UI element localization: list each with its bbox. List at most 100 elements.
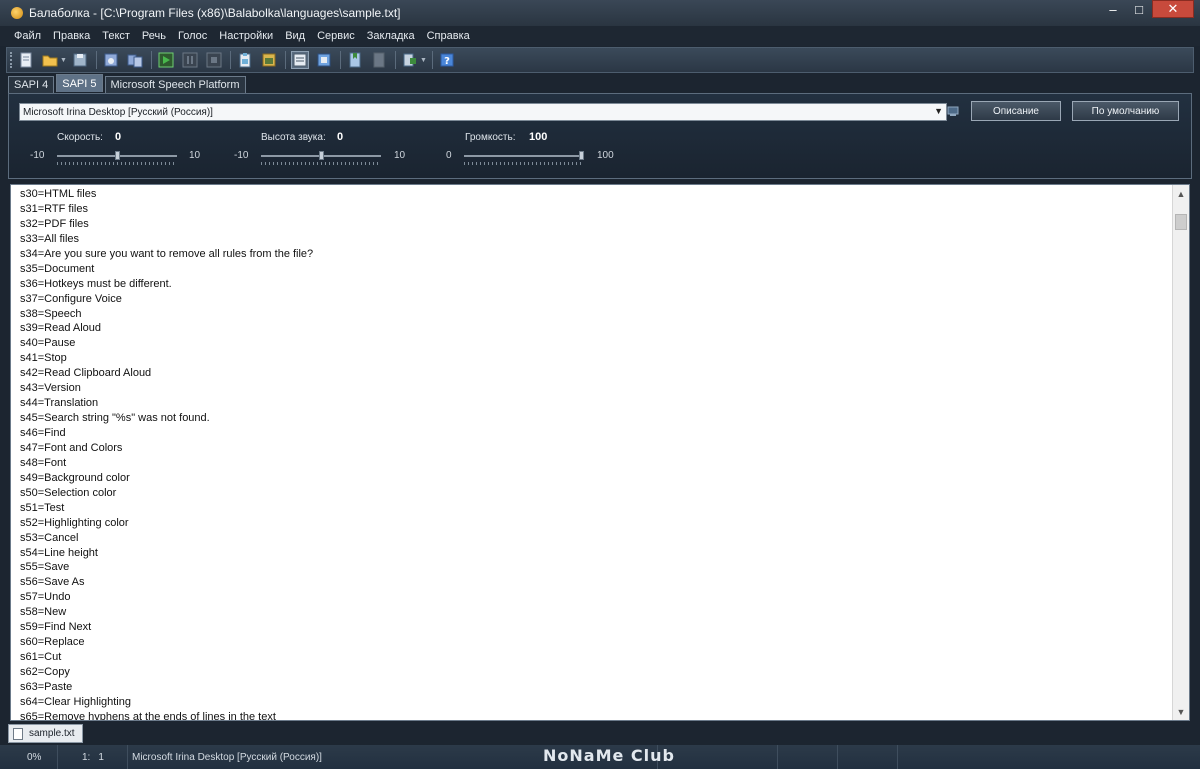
text-line: s42=Read Clipboard Aloud	[20, 367, 152, 380]
scrollbar-thumb[interactable]	[1175, 214, 1187, 230]
scroll-down-icon[interactable]: ▼	[1173, 703, 1189, 720]
menu-item[interactable]: Справка	[421, 30, 476, 42]
open-folder-icon	[42, 55, 58, 67]
dictionary-button[interactable]	[315, 51, 333, 69]
volume-max: 100	[597, 150, 614, 161]
text-line: s47=Font and Colors	[20, 441, 123, 454]
rate-max: 10	[189, 150, 201, 161]
text-line: s37=Configure Voice	[20, 292, 122, 305]
read-clipboard-icon	[239, 53, 251, 68]
text-line: s35=Document	[20, 262, 95, 275]
document-tab[interactable]: sample.txt	[8, 724, 83, 743]
save-audio-button[interactable]	[102, 51, 120, 69]
bookmark-icon	[349, 52, 361, 68]
toolbar-grip[interactable]	[10, 52, 13, 68]
menu-item[interactable]: Речь	[136, 30, 172, 42]
text-line: s54=Line height	[20, 546, 98, 559]
description-button[interactable]: Описание	[971, 101, 1061, 121]
bookmark-disabled-icon	[373, 52, 385, 68]
text-line: s46=Find	[20, 427, 66, 439]
pitch-slider[interactable]	[261, 150, 381, 166]
rate-slider-thumb[interactable]	[115, 151, 120, 160]
text-file-icon	[13, 727, 23, 740]
menu-item[interactable]: Текст	[96, 30, 136, 42]
text-view-button[interactable]	[291, 51, 309, 69]
volume-slider-thumb[interactable]	[579, 151, 584, 160]
status-panel	[838, 745, 898, 769]
bookmark-disabled-button[interactable]	[370, 51, 388, 69]
text-line: s57=Undo	[20, 591, 71, 604]
play-button[interactable]	[157, 51, 175, 69]
text-line: s53=Cancel	[20, 531, 79, 544]
pitch-value: 0	[337, 131, 344, 143]
voice-properties-icon[interactable]	[946, 104, 960, 118]
text-editor[interactable]: s30=HTML files s31=RTF files s32=PDF files…	[10, 184, 1190, 721]
tab-sapi-4[interactable]: SAPI 4	[8, 76, 55, 93]
scroll-up-icon[interactable]: ▲	[1173, 185, 1189, 202]
text-line: s50=Selection color	[20, 486, 117, 499]
text-view-icon	[293, 53, 307, 67]
menu-item[interactable]: Файл	[8, 30, 47, 42]
balabolka-app-icon	[11, 7, 23, 19]
help-icon: ?	[440, 53, 454, 67]
engine-tabs: SAPI 4 SAPI 5 Microsoft Speech Platform	[8, 74, 248, 93]
text-line: s45=Search string "%s" was not found.	[20, 412, 210, 425]
vertical-scrollbar[interactable]: ▲ ▼	[1172, 185, 1189, 720]
editor-lines: s30=HTML files s31=RTF files s32=PDF files…	[20, 187, 313, 720]
dropdown-arrow-icon[interactable]: ▼	[934, 106, 943, 116]
text-line: s61=Cut	[20, 651, 62, 664]
text-line: s39=Read Aloud	[20, 322, 102, 335]
menu-item[interactable]: Вид	[279, 30, 311, 42]
pitch-slider-thumb[interactable]	[319, 151, 324, 160]
read-file-button[interactable]	[260, 51, 278, 69]
text-line: s55=Save	[20, 561, 70, 574]
text-line: s59=Find Next	[20, 621, 92, 634]
help-button[interactable]: ?	[438, 51, 456, 69]
text-line: s38=Speech	[20, 307, 82, 320]
document-tabs: sample.txt	[8, 724, 83, 743]
menu-item[interactable]: Сервис	[311, 30, 361, 42]
default-button[interactable]: По умолчанию	[1072, 101, 1179, 121]
tab-sapi-5[interactable]: SAPI 5	[56, 74, 103, 92]
stop-button[interactable]	[205, 51, 223, 69]
save-button[interactable]	[71, 51, 89, 69]
text-line: s44=Translation	[20, 397, 99, 410]
voice-select-value: Microsoft Irina Desktop [Русский (Россия…	[23, 106, 213, 118]
play-icon	[158, 52, 174, 68]
toolbar-dropdown-icon[interactable]: ▼	[60, 57, 67, 64]
volume-label: Громкость:	[465, 132, 516, 143]
menu-item[interactable]: Настройки	[213, 30, 279, 42]
menu-item[interactable]: Закладка	[361, 30, 421, 42]
svg-text:?: ?	[444, 56, 450, 67]
menu-item[interactable]: Правка	[47, 30, 96, 42]
toolbar-separator	[151, 51, 152, 69]
pause-button[interactable]	[181, 51, 199, 69]
status-line: 1:	[82, 751, 91, 763]
dictionary-icon	[317, 53, 331, 67]
tab-microsoft-speech-platform[interactable]: Microsoft Speech Platform	[104, 76, 246, 93]
text-line: s64=Clear Highlighting	[20, 695, 131, 708]
close-button[interactable]: ✕	[1152, 0, 1194, 18]
settings-button[interactable]	[401, 51, 419, 69]
text-line: s43=Version	[20, 382, 81, 395]
menu-item[interactable]: Голос	[172, 30, 213, 42]
rate-slider[interactable]	[57, 150, 177, 166]
minimize-button[interactable]: ‒	[1100, 0, 1126, 18]
pitch-max: 10	[394, 150, 406, 161]
convert-button[interactable]	[126, 51, 144, 69]
text-line: s60=Replace	[20, 636, 85, 649]
volume-slider[interactable]	[464, 150, 584, 166]
toolbar: ▼ ▼?	[6, 47, 1194, 73]
toolbar-dropdown-icon[interactable]: ▼	[420, 57, 427, 64]
convert-icon	[127, 54, 143, 68]
voice-select[interactable]: Microsoft Irina Desktop [Русский (Россия…	[19, 103, 947, 121]
new-button[interactable]	[17, 51, 35, 69]
bookmark-button[interactable]	[346, 51, 364, 69]
read-clipboard-button[interactable]	[236, 51, 254, 69]
text-line: s63=Paste	[20, 680, 73, 693]
text-line: s48=Font	[20, 456, 67, 469]
maximize-button[interactable]: □	[1126, 0, 1152, 18]
open-folder-button[interactable]	[41, 51, 59, 69]
text-line: s32=PDF files	[20, 217, 89, 230]
read-file-icon	[262, 53, 276, 67]
